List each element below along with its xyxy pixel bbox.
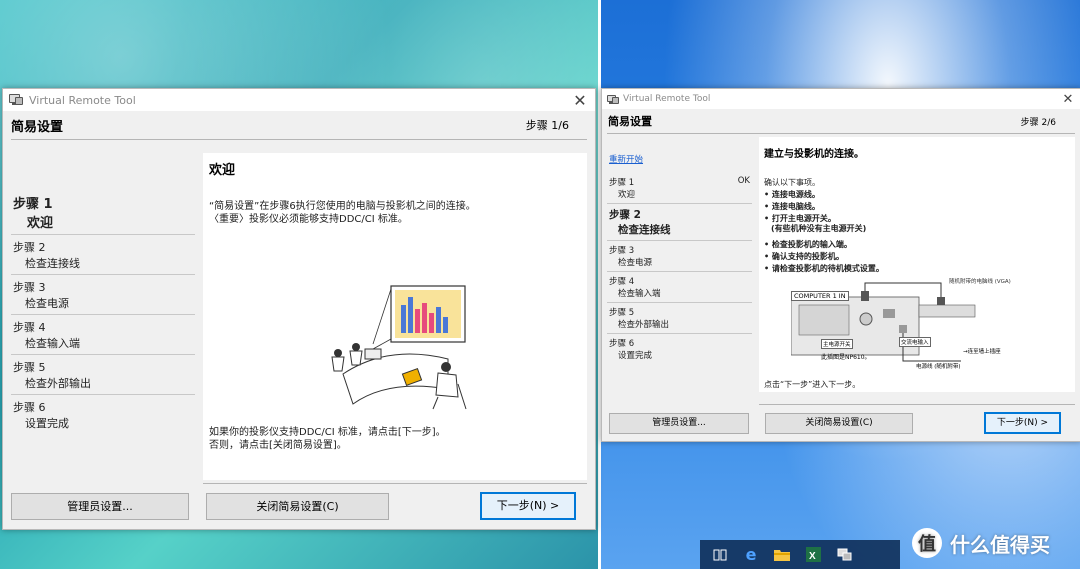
computer-in-label: COMPUTER 1 IN [791,291,849,301]
title-bar: Virtual Remote Tool ✕ [602,89,1080,109]
header-divider [11,139,587,140]
power-cord-label: 电源线 (随机附带) [916,364,961,370]
sidebar-item-step3: 步骤 3 检查电源 [11,275,195,315]
footer-instruction: 点击“下一步”进入下一步。 [764,380,861,389]
content-heading: 欢迎 [209,163,236,178]
virtual-remote-tool-window-step1: Virtual Remote Tool ✕ 简易设置 步骤 1/6 步骤 1 欢… [2,88,596,530]
checklist-note: (有些机种没有主电源开关) [771,224,867,233]
step-sidebar: 重新开始 步骤 1 欢迎 OK 步骤 2 检查连接线 步骤 3 检查电源 步骤 … [607,149,752,364]
footer-divider [759,404,1075,405]
window-title: Virtual Remote Tool [29,93,136,107]
footer-divider [203,483,587,484]
sidebar-item-step3: 步骤 3 检查电源 [607,241,752,272]
sidebar-step-label: 检查输入端 [618,289,661,299]
sidebar-step-label: 检查连接线 [618,224,671,236]
vga-cable-label: 随机附带的电脑线 (VGA) [949,279,1011,285]
sidebar-step-number: 步骤 3 [13,281,46,294]
title-bar: Virtual Remote Tool ✕ [3,89,595,111]
sidebar-item-step4: 步骤 4 检查输入端 [607,272,752,303]
sidebar-item-step4: 步骤 4 检查输入端 [11,315,195,355]
excel-icon[interactable]: X [802,544,824,566]
header-divider [607,133,1075,134]
checklist-item: • 请检查投影机的待机模式设置。 [764,264,884,273]
sidebar-item-step1: 步骤 1 欢迎 OK [607,173,752,204]
next-button[interactable]: 下一步(N) > [480,492,576,520]
close-simple-setup-button[interactable]: 关闭简易设置(C) [765,413,913,434]
main-power-label: 主电源开关 [821,339,853,349]
sidebar-step-label: 设置完成 [618,351,653,361]
sidebar-step-number: 步骤 1 [609,178,635,188]
sidebar-step-number: 步骤 5 [609,308,635,318]
sidebar-step-number: 步骤 1 [13,197,53,212]
sidebar-step-number: 步骤 3 [609,246,635,256]
app-monitor-icon [607,94,619,105]
taskbar: e X [700,540,900,569]
next-button[interactable]: 下一步(N) > [984,412,1061,434]
sidebar-step-label: 检查外部输出 [618,320,670,330]
restart-link[interactable]: 重新开始 [607,149,752,173]
intro-text-line2: 〈重要〉投影仪必须能够支持DDC/CI 标准。 [209,214,408,225]
confirm-intro: 确认以下事项。 [764,178,820,187]
close-icon[interactable]: ✕ [1061,92,1075,107]
sidebar-item-step2: 步骤 2 检查连接线 [11,235,195,275]
sidebar-step-number: 步骤 4 [13,321,46,334]
to-outlet-label: →连至墙上插座 [963,349,1001,355]
edge-icon[interactable]: e [740,544,762,566]
sidebar-step-label: 欢迎 [618,190,636,200]
ac-input-label: 交流电输入 [899,337,931,347]
connection-diagram: COMPUTER 1 IN 随机附带的电脑线 (VGA) 主电源开关 交流电输入… [791,277,1029,372]
content-panel: 欢迎 “简易设置”在步骤6执行您使用的电脑与投影机之间的连接。 〈重要〉投影仪必… [203,153,587,480]
svg-text:X: X [809,551,816,562]
content-heading: 建立与投影机的连接。 [764,149,864,160]
example-model-label: 此插图是NP610。 [821,354,871,361]
close-icon[interactable]: ✕ [571,91,589,110]
instruction-line2: 否则，请点击[关闭简易设置]。 [209,440,347,451]
sidebar-step-label: 检查电源 [25,297,69,310]
sidebar-step-number: 步骤 2 [13,241,46,254]
site-watermark: 值 什么值得买 [912,528,1050,558]
sidebar-item-step5: 步骤 5 检查外部输出 [11,355,195,395]
admin-settings-button[interactable]: 管理员设置... [11,493,189,520]
app-monitor-icon [9,93,23,107]
sidebar-step-number: 步骤 4 [609,277,635,287]
step-counter: 步骤 1/6 [525,119,569,132]
checklist-item: • 连接电源线。 [764,190,820,199]
watermark-text: 什么值得买 [950,532,1050,557]
sidebar-item-step1: 步骤 1 欢迎 [11,191,195,235]
sidebar-step-number: 步骤 2 [609,209,641,221]
sidebar-item-step2: 步骤 2 检查连接线 [607,204,752,241]
close-simple-setup-button[interactable]: 关闭简易设置(C) [206,493,389,520]
sidebar-step-label: 检查电源 [618,258,653,268]
sidebar-step-label: 检查输入端 [25,337,80,350]
sidebar-step-label: 检查外部输出 [25,377,91,390]
checklist-item: • 确认支持的投影机。 [764,252,844,261]
page-header: 简易设置 步骤 1/6 [3,111,595,139]
sidebar-item-step5: 步骤 5 检查外部输出 [607,303,752,334]
sidebar-item-step6: 步骤 6 设置完成 [607,334,752,364]
sidebar-step-number: 步骤 6 [13,401,46,414]
sidebar-step-number: 步骤 5 [13,361,46,374]
checklist-item: • 检查投影机的输入端。 [764,240,852,249]
sidebar-step-number: 步骤 6 [609,339,635,349]
step-sidebar: 步骤 1 欢迎 步骤 2 检查连接线 步骤 3 检查电源 步骤 4 检查输入端 … [11,191,195,434]
virtual-remote-tool-icon[interactable] [833,544,855,566]
file-explorer-icon[interactable] [771,544,793,566]
page-title: 简易设置 [608,115,652,128]
sidebar-step-label: 欢迎 [27,216,54,231]
sidebar-step-label: 设置完成 [25,417,69,430]
watermark-logo: 值 [912,528,942,558]
sidebar-item-step6: 步骤 6 设置完成 [11,395,195,434]
admin-settings-button[interactable]: 管理员设置... [609,413,749,434]
task-view-icon[interactable] [709,544,731,566]
meeting-room-illustration [298,279,488,413]
window-title: Virtual Remote Tool [623,94,711,104]
page-title: 简易设置 [11,119,64,135]
sidebar-step-label: 检查连接线 [25,257,80,270]
step-status-ok: OK [737,176,750,186]
content-panel: 建立与投影机的连接。 确认以下事项。 • 连接电源线。 • 连接电脑线。 • 打… [759,137,1075,392]
checklist-item: • 连接电脑线。 [764,202,820,211]
page-header: 简易设置 步骤 2/6 [602,109,1080,133]
step-counter: 步骤 2/6 [1020,117,1056,128]
virtual-remote-tool-window-step2: Virtual Remote Tool ✕ 简易设置 步骤 2/6 重新开始 步… [601,88,1080,442]
